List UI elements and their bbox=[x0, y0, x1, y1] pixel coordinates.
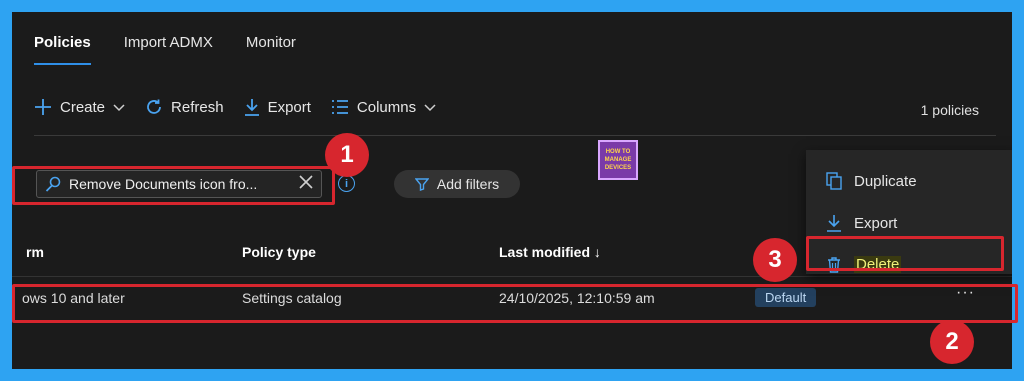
annotation-2: 2 bbox=[930, 320, 974, 364]
download-icon bbox=[826, 214, 842, 232]
add-filters-button[interactable]: Add filters bbox=[394, 170, 520, 198]
menu-item-delete[interactable]: Delete bbox=[826, 256, 902, 273]
columns-button[interactable]: Columns bbox=[331, 99, 436, 116]
app-frame: Policies Import ADMX Monitor Create Refr… bbox=[12, 12, 1012, 369]
cell-last-modified: 24/10/2025, 12:10:59 am bbox=[499, 290, 655, 306]
header-divider bbox=[12, 276, 1012, 277]
context-menu: Duplicate Export Delete bbox=[806, 150, 1012, 274]
columns-label: Columns bbox=[356, 98, 417, 116]
info-icon[interactable]: i bbox=[338, 175, 355, 192]
tab-policies[interactable]: Policies bbox=[34, 34, 91, 65]
search-input[interactable]: Remove Documents icon fro... bbox=[36, 170, 322, 198]
export-menu-label: Export bbox=[854, 214, 898, 232]
refresh-label: Refresh bbox=[171, 98, 224, 116]
create-label: Create bbox=[60, 98, 106, 116]
cell-policy-type: Settings catalog bbox=[242, 290, 342, 306]
refresh-button[interactable]: Refresh bbox=[145, 98, 224, 116]
filter-icon bbox=[414, 177, 429, 191]
export-label: Export bbox=[267, 98, 311, 116]
more-options-icon[interactable]: ··· bbox=[956, 284, 975, 302]
brand-logo: HOW TO MANAGE DEVICES bbox=[598, 140, 638, 180]
status-badge: Default bbox=[755, 288, 817, 307]
plus-icon bbox=[34, 98, 52, 116]
menu-item-duplicate[interactable]: Duplicate bbox=[826, 172, 917, 190]
column-header-last-modified[interactable]: Last modified ↓ bbox=[499, 244, 601, 260]
chevron-down-icon bbox=[424, 100, 436, 115]
tab-bar: Policies Import ADMX Monitor bbox=[34, 34, 296, 65]
cell-platform: ows 10 and later bbox=[22, 290, 125, 306]
delete-label: Delete bbox=[854, 256, 902, 273]
tab-import-admx[interactable]: Import ADMX bbox=[124, 34, 213, 51]
copy-icon bbox=[826, 172, 842, 190]
refresh-icon bbox=[145, 98, 163, 116]
column-header-policy-type[interactable]: Policy type bbox=[242, 244, 316, 260]
toolbar: Create Refresh Export Columns bbox=[34, 98, 436, 116]
annotation-3: 3 bbox=[753, 238, 797, 282]
duplicate-label: Duplicate bbox=[854, 172, 917, 190]
clear-icon[interactable] bbox=[299, 174, 313, 194]
export-button[interactable]: Export bbox=[244, 98, 311, 116]
policy-count: 1 policies bbox=[920, 102, 979, 118]
toolbar-divider bbox=[34, 135, 996, 136]
tab-monitor[interactable]: Monitor bbox=[246, 34, 296, 51]
search-value: Remove Documents icon fro... bbox=[69, 176, 258, 192]
chevron-down-icon bbox=[113, 100, 125, 115]
create-button[interactable]: Create bbox=[34, 98, 125, 116]
add-filters-label: Add filters bbox=[436, 176, 500, 192]
annotation-1: 1 bbox=[325, 133, 369, 177]
column-header-platform[interactable]: rm bbox=[26, 244, 44, 260]
download-icon bbox=[244, 98, 260, 116]
search-icon bbox=[45, 176, 61, 192]
trash-icon bbox=[826, 256, 842, 273]
list-icon bbox=[331, 99, 349, 115]
menu-item-export[interactable]: Export bbox=[826, 214, 897, 232]
